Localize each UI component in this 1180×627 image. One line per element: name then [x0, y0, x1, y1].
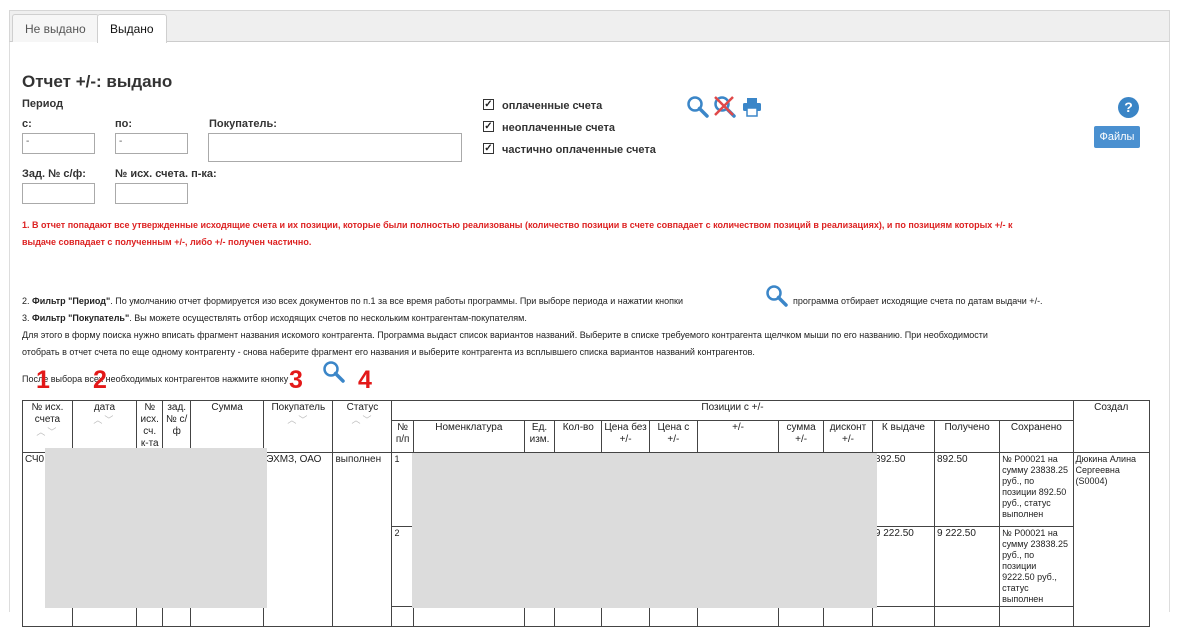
col-received: Получено — [933, 420, 1001, 453]
marker-3: 3 — [289, 366, 303, 394]
tab-strip — [9, 10, 1170, 42]
date-to-input[interactable]: - — [115, 133, 188, 154]
to-label: по: — [115, 118, 133, 130]
period-label: Период — [22, 98, 64, 110]
outgoing-no-input[interactable] — [115, 183, 188, 204]
outgoing-no-label: № исх. счета. п-ка: — [115, 168, 217, 180]
files-button[interactable]: Файлы — [1094, 126, 1140, 148]
cell-saved: № Р00021 на сумму 23838.25 руб., по пози… — [999, 452, 1074, 527]
col-out-no: № исх. сч. к-та — [135, 400, 164, 453]
col-sum-pm: сумма +/- — [778, 420, 825, 453]
col-unit: Ед. изм. — [523, 420, 556, 453]
buyer-label: Покупатель: — [209, 118, 277, 130]
search-icon-inline-2 — [323, 361, 345, 383]
buyer-input[interactable] — [208, 133, 462, 162]
marker-2: 2 — [93, 366, 107, 394]
sort-icon: ︿﹀ — [36, 427, 59, 437]
marker-1: 1 — [36, 366, 50, 394]
col-pm: +/- — [696, 420, 780, 453]
marker-4: 4 — [358, 366, 372, 394]
sort-icon: ︿﹀ — [287, 415, 310, 425]
cell-to-issue: 892.50 — [871, 452, 936, 527]
redacted-area — [412, 453, 877, 608]
col-saved: Сохранено — [999, 420, 1074, 453]
col-date[interactable]: дата ︿﹀ — [71, 400, 138, 453]
sort-icon: ︿﹀ — [351, 415, 374, 425]
note-3: 3. Фильтр "Покупатель". Вы можете осущес… — [22, 313, 527, 323]
help-icon[interactable]: ? — [1118, 97, 1139, 118]
unpaid-checkbox-label: неоплаченные счета — [502, 122, 616, 134]
col-positions-group: Позиции с +/- — [391, 400, 1074, 421]
cell-saved: № Р00021 на сумму 23838.25 руб., по пози… — [999, 526, 1074, 607]
cell-to-issue: 9 222.50 — [871, 526, 936, 607]
date-from-input[interactable]: - — [22, 133, 95, 154]
note-4-line-2: отобрать в отчет счета по еще одному кон… — [22, 347, 755, 357]
partial-checkbox-label: частично оплаченные счета — [502, 144, 656, 156]
cell-status: выполнен — [332, 452, 393, 627]
col-buyer[interactable]: Покупатель ︿﹀ — [263, 400, 334, 453]
print-icon[interactable] — [742, 97, 762, 117]
note-1-line-1: 1. В отчет попадают все утвержденные исх… — [22, 220, 1013, 230]
note-5: После выбора всех необходимых контрагент… — [22, 374, 289, 384]
col-sum: Сумма — [189, 400, 265, 453]
col-nomenclature: Номенклатура — [412, 420, 525, 453]
note-2-tail: программа отбирает исходящие счета по да… — [793, 296, 1043, 306]
col-pos-no: № п/п — [391, 420, 414, 453]
cell-pos-no: 1 — [391, 452, 414, 527]
paid-checkbox[interactable]: ✓ — [483, 99, 494, 110]
col-price-without: Цена без +/- — [601, 420, 650, 453]
col-qty: Кол-во — [554, 420, 603, 453]
invoice-task-input[interactable] — [22, 183, 95, 204]
col-price-with: Цена с +/- — [648, 420, 698, 453]
partial-checkbox[interactable]: ✓ — [483, 143, 494, 154]
tab-not-issued[interactable]: Не выдано — [12, 14, 99, 42]
clear-filter-icon[interactable] — [713, 95, 737, 119]
note-4-line-1: Для этого в форму поиска нужно вписать ф… — [22, 330, 988, 340]
col-created: Создал — [1072, 400, 1151, 453]
search-icon-inline — [766, 285, 788, 307]
search-icon[interactable] — [686, 95, 710, 119]
note-2: 2. Фильтр "Период". По умолчанию отчет ф… — [22, 296, 683, 306]
invoice-task-label: Зад. № с/ф: — [22, 168, 86, 180]
redacted-area — [45, 448, 267, 608]
note-1-line-2: выдаче совпадает с полученным +/-, либо … — [22, 237, 312, 247]
col-status[interactable]: Статус ︿﹀ — [332, 400, 393, 453]
tab-issued[interactable]: Выдано — [97, 14, 167, 43]
cell-received: 892.50 — [933, 452, 1001, 527]
sort-icon: ︿﹀ — [93, 415, 116, 425]
cell-created: Дюкина Алина Сергеевна (S0004) — [1072, 452, 1151, 627]
unpaid-checkbox[interactable]: ✓ — [483, 121, 494, 132]
col-task-no: зад. № с/ф — [162, 400, 191, 453]
page-title: Отчет +/-: выдано — [22, 72, 173, 91]
cell-received: 9 222.50 — [933, 526, 1001, 607]
cell-pos-no: 2 — [391, 526, 414, 607]
col-invoice-no[interactable]: № исх. счета ︿﹀ — [22, 400, 73, 453]
cell-buyer: ЭХМЗ, ОАО — [263, 452, 334, 627]
from-label: с: — [22, 118, 32, 130]
col-to-issue: К выдаче — [871, 420, 936, 453]
paid-checkbox-label: оплаченные счета — [502, 100, 603, 112]
col-discount-pm: дисконт +/- — [823, 420, 873, 453]
